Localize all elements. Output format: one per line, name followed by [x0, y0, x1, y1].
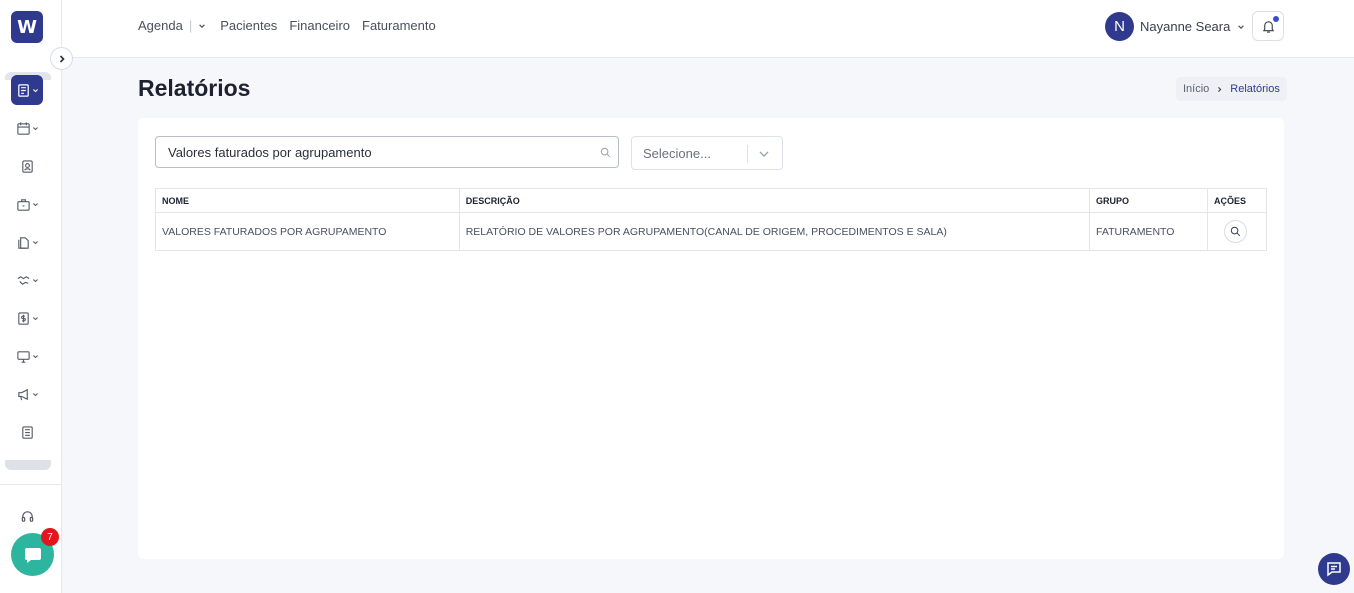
chevron-right-icon — [1218, 86, 1222, 92]
breadcrumb-home[interactable]: Início — [1183, 83, 1209, 95]
top-nav: Agenda | Pacientes Financeiro Faturament… — [138, 18, 448, 33]
cell-grupo: FATURAMENTO — [1089, 212, 1208, 251]
megaphone-icon — [17, 388, 28, 400]
breadcrumb: Início Relatórios — [1176, 77, 1287, 101]
chevron-down-icon — [32, 392, 38, 396]
table-row: VALORES FATURADOS POR AGRUPAMENTO RELATÓ… — [155, 212, 1267, 251]
sidebar-item-patients[interactable] — [11, 151, 43, 181]
notifications-button[interactable] — [1252, 11, 1284, 41]
notification-dot — [1273, 16, 1279, 22]
search-icon — [1230, 226, 1241, 237]
report-icon — [17, 83, 29, 97]
chevron-down-icon — [1238, 24, 1245, 29]
sidebar-item-monitor[interactable] — [11, 341, 43, 371]
top-bar: Agenda | Pacientes Financeiro Faturament… — [62, 0, 1354, 58]
nav-agenda[interactable]: Agenda — [138, 18, 183, 33]
chevron-down-icon — [32, 88, 38, 92]
sidebar-item-notebook[interactable] — [11, 417, 43, 447]
chevron-down-icon — [32, 202, 38, 206]
column-header-descricao: DESCRIÇÃO — [458, 188, 1091, 213]
chevron-down-icon — [32, 240, 38, 244]
nav-financeiro[interactable]: Financeiro — [289, 18, 350, 33]
sidebar-divider — [0, 484, 62, 485]
dollar-icon — [17, 311, 29, 325]
chevron-down-icon[interactable] — [198, 22, 206, 30]
search-input[interactable] — [168, 145, 588, 160]
monitor-icon — [16, 350, 30, 363]
page-title: Relatórios — [138, 75, 251, 101]
chat-badge: 7 — [41, 528, 59, 546]
sidebar-item-partners[interactable] — [11, 265, 43, 295]
user-name: Nayanne Seara — [1140, 19, 1231, 34]
sidebar-item-calendar[interactable] — [11, 113, 43, 143]
app-logo[interactable]: W — [11, 11, 43, 43]
search-field[interactable] — [155, 136, 619, 168]
calendar-icon — [16, 121, 30, 135]
search-icon — [600, 147, 611, 158]
reports-card: Selecione... NOME DESCRIÇÃO GRUPO AÇÕES … — [138, 118, 1284, 559]
nav-pacientes[interactable]: Pacientes — [220, 18, 277, 33]
reports-table: NOME DESCRIÇÃO GRUPO AÇÕES VALORES FATUR… — [155, 188, 1267, 251]
column-header-nome: NOME — [155, 188, 460, 213]
group-select[interactable]: Selecione... — [631, 136, 783, 170]
column-header-acoes: AÇÕES — [1207, 188, 1267, 213]
view-report-button[interactable] — [1224, 220, 1247, 243]
table-header-row: NOME DESCRIÇÃO GRUPO AÇÕES — [155, 188, 1267, 213]
sidebar-item-reports[interactable] — [11, 75, 43, 105]
chevron-down-icon — [32, 278, 38, 282]
cell-nome: VALORES FATURADOS POR AGRUPAMENTO — [155, 212, 460, 251]
sidebar-item-marketing[interactable] — [11, 379, 43, 409]
briefcase-icon — [16, 198, 30, 211]
handshake-icon — [17, 275, 29, 285]
notebook-icon — [21, 425, 33, 439]
sidebar: W 7 — [0, 0, 62, 593]
cell-descricao: RELATÓRIO DE VALORES POR AGRUPAMENTO(CAN… — [458, 212, 1091, 251]
column-header-grupo: GRUPO — [1089, 188, 1208, 213]
chevron-down-icon — [32, 126, 38, 130]
user-menu[interactable]: N Nayanne Seara — [1105, 12, 1245, 41]
floating-chat-button[interactable] — [1318, 553, 1350, 585]
nav-faturamento[interactable]: Faturamento — [362, 18, 436, 33]
logo-letter: W — [17, 16, 37, 38]
cell-acoes — [1207, 212, 1267, 251]
sidebar-item-documents[interactable] — [11, 227, 43, 257]
chevron-down-icon — [759, 151, 769, 157]
nav-separator: | — [188, 18, 193, 33]
chevron-down-icon — [32, 316, 38, 320]
sidebar-item-briefcase[interactable] — [11, 189, 43, 219]
select-divider — [747, 145, 748, 163]
sidebar-toggle-button[interactable] — [50, 47, 73, 70]
sidebar-item-support[interactable] — [11, 501, 43, 531]
select-placeholder: Selecione... — [643, 146, 711, 161]
chat-icon — [24, 547, 41, 563]
documents-icon — [17, 236, 29, 249]
sidebar-bottom-tab — [5, 460, 51, 470]
sidebar-item-finance[interactable] — [11, 303, 43, 333]
patient-card-icon — [21, 159, 33, 173]
headset-icon — [21, 510, 33, 522]
breadcrumb-current: Relatórios — [1230, 83, 1280, 95]
chevron-down-icon — [32, 354, 38, 358]
avatar: N — [1105, 12, 1134, 41]
chevron-right-icon — [59, 54, 65, 63]
message-icon — [1327, 562, 1341, 577]
